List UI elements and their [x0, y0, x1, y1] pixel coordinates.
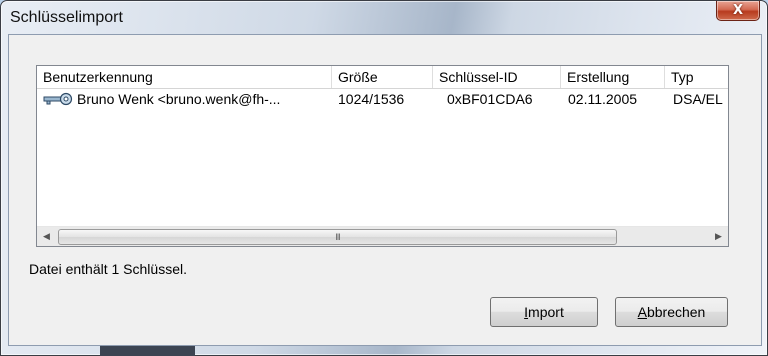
cell-created: 02.11.2005 — [568, 91, 638, 107]
title-bar[interactable]: Schlüsselimport X — [1, 1, 767, 34]
horizontal-scrollbar[interactable]: ◀ III ▶ — [37, 226, 728, 246]
cell-user: Bruno Wenk <bruno.wenk@fh-... — [77, 91, 281, 107]
column-header-user[interactable]: Benutzerkennung — [37, 66, 332, 88]
dialog-client-area: Benutzerkennung Größe Schlüssel-ID Erste… — [8, 34, 762, 346]
cancel-accelerator: A — [637, 304, 647, 320]
scrollbar-thumb[interactable]: III — [58, 229, 617, 245]
column-header-type[interactable]: Typ — [665, 66, 728, 88]
key-icon — [43, 92, 73, 106]
close-icon: X — [732, 3, 744, 18]
import-label: mport — [528, 304, 564, 320]
grip-icon: III — [335, 232, 340, 242]
status-text: Datei enthält 1 Schlüssel. — [29, 261, 187, 277]
window-title: Schlüsselimport — [10, 9, 123, 26]
column-header-key-id[interactable]: Schlüssel-ID — [433, 66, 561, 88]
cell-type: DSA/EL — [673, 91, 723, 107]
cell-size: 1024/1536 — [338, 91, 405, 107]
background-taskbar — [100, 346, 195, 356]
cancel-label: bbrechen — [646, 304, 706, 320]
column-header-size[interactable]: Größe — [332, 66, 433, 88]
scroll-left-icon[interactable]: ◀ — [37, 227, 56, 246]
import-button[interactable]: Import — [490, 297, 598, 327]
list-header: Benutzerkennung Größe Schlüssel-ID Erste… — [37, 66, 728, 89]
cell-key-id: 0xBF01CDA6 — [447, 91, 533, 107]
cancel-button[interactable]: Abbrechen — [615, 297, 728, 327]
dialog-window: Schlüsselimport X Benutzerkennung Größe … — [0, 0, 768, 356]
table-row[interactable]: Bruno Wenk <bruno.wenk@fh-... 1024/1536 … — [37, 89, 728, 109]
column-header-created[interactable]: Erstellung — [561, 66, 665, 88]
key-list[interactable]: Benutzerkennung Größe Schlüssel-ID Erste… — [36, 65, 729, 247]
close-button[interactable]: X — [716, 1, 760, 21]
scroll-right-icon[interactable]: ▶ — [709, 227, 728, 246]
